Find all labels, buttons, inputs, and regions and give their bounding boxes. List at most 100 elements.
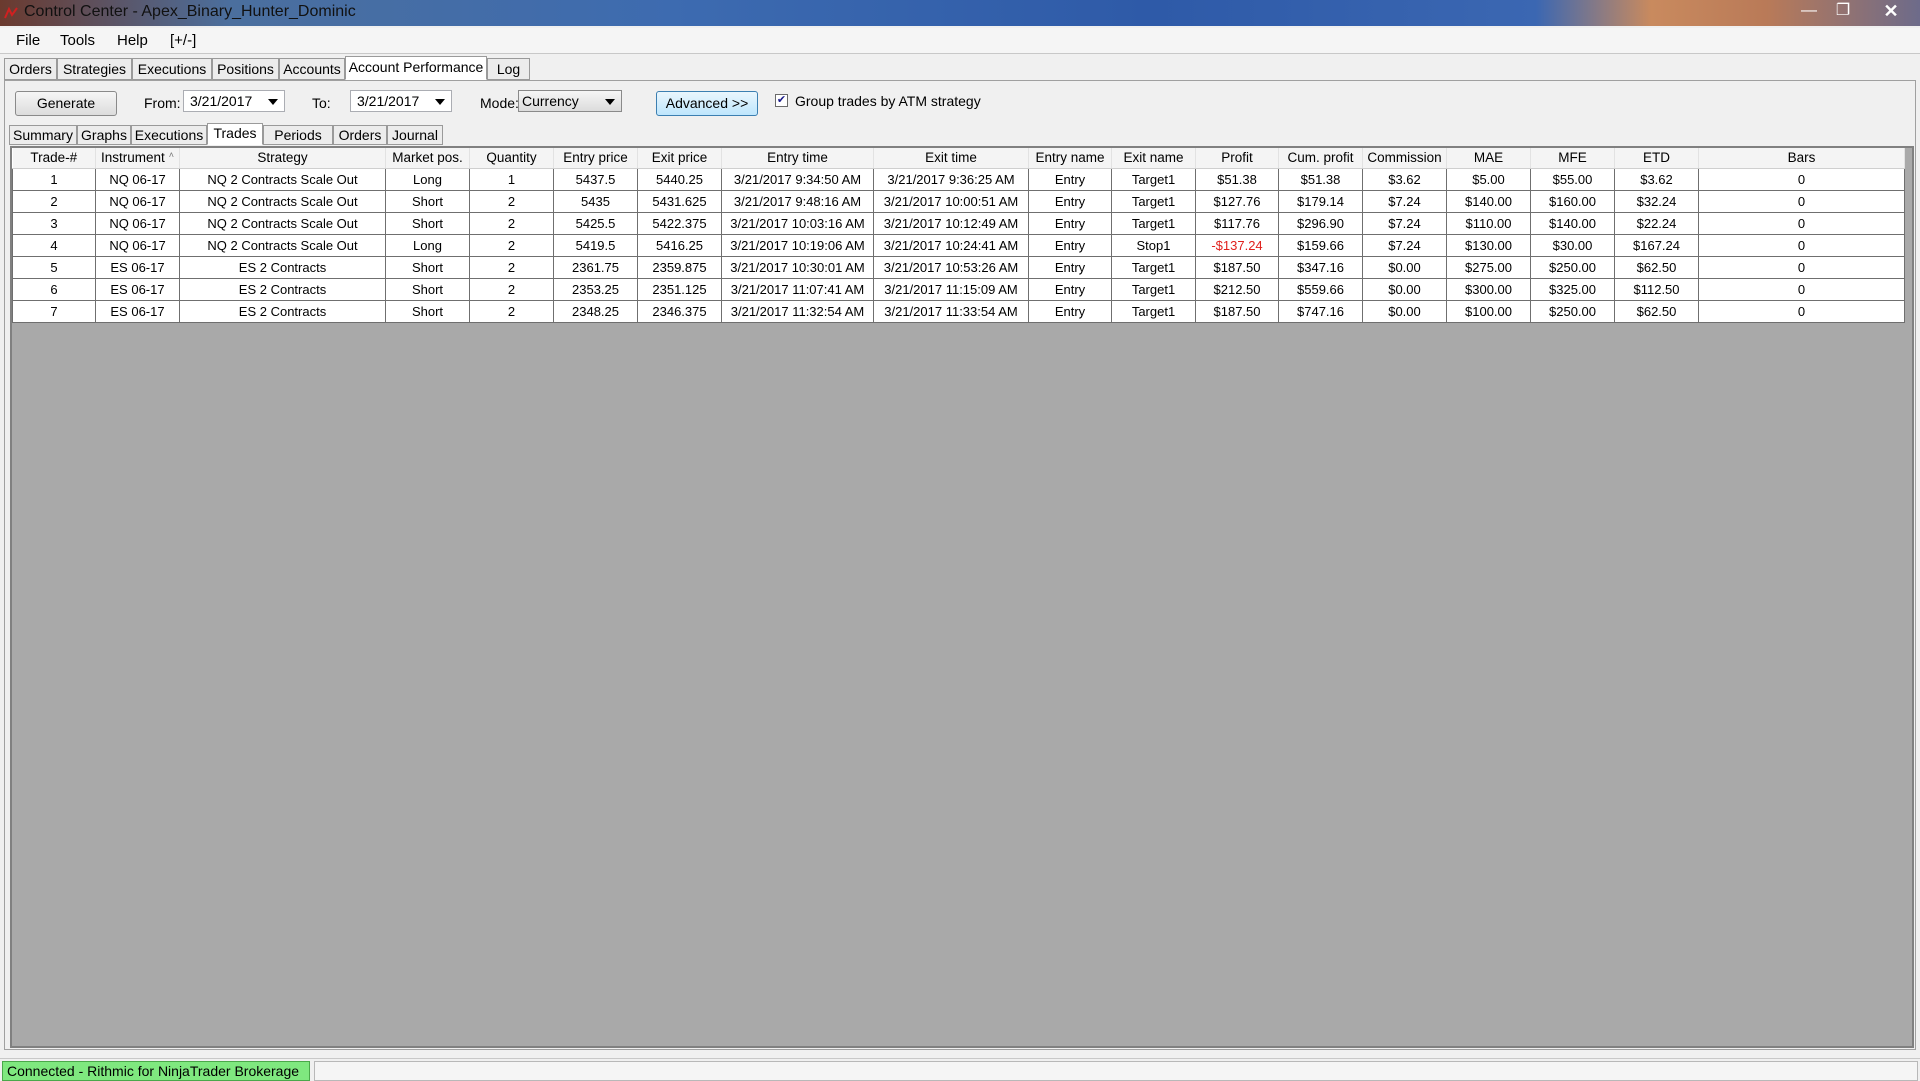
column-header-market-pos[interactable]: Market pos. — [385, 148, 470, 169]
column-header-etd[interactable]: ETD — [1614, 148, 1699, 169]
cell-cum-profit[interactable]: $179.14 — [1278, 189, 1363, 213]
cell-bars[interactable]: 0 — [1698, 233, 1905, 257]
table-row[interactable]: 7 ES 06-17 ES 2 Contracts Short 2 2348.25 2346… — [12, 299, 1905, 323]
cell-exit-name[interactable]: Target1 — [1111, 277, 1196, 301]
cell-entry-price[interactable]: 2348.25 — [553, 299, 638, 323]
cell-quantity[interactable]: 2 — [469, 277, 554, 301]
cell-instrument[interactable]: NQ 06-17 — [95, 189, 180, 213]
cell-profit[interactable]: $51.38 — [1195, 167, 1279, 191]
cell-exit-price[interactable]: 5431.625 — [637, 189, 722, 213]
column-header-cum-profit[interactable]: Cum. profit — [1278, 148, 1363, 169]
subtab-executions[interactable]: Executions — [131, 125, 207, 145]
group-trades-checkbox[interactable]: ✔ — [775, 94, 788, 107]
column-header-exit-time[interactable]: Exit time — [873, 148, 1029, 169]
cell-entry-name[interactable]: Entry — [1028, 255, 1112, 279]
menu-tools[interactable]: Tools — [60, 32, 95, 49]
cell-exit-name[interactable]: Stop1 — [1111, 233, 1196, 257]
table-row[interactable]: 2 NQ 06-17 NQ 2 Contracts Scale Out Short 2 5… — [12, 189, 1905, 213]
column-header-mfe[interactable]: MFE — [1530, 148, 1615, 169]
cell-mae[interactable]: $275.00 — [1446, 255, 1531, 279]
menu-help[interactable]: Help — [117, 32, 148, 49]
cell-mfe[interactable]: $250.00 — [1530, 255, 1615, 279]
cell-mfe[interactable]: $250.00 — [1530, 299, 1615, 323]
cell-exit-name[interactable]: Target1 — [1111, 299, 1196, 323]
column-header-mae[interactable]: MAE — [1446, 148, 1531, 169]
cell-commission[interactable]: $0.00 — [1362, 299, 1447, 323]
cell-entry-price[interactable]: 5437.5 — [553, 167, 638, 191]
cell-strategy[interactable]: ES 2 Contracts — [179, 255, 386, 279]
cell-entry-name[interactable]: Entry — [1028, 277, 1112, 301]
cell-mae[interactable]: $140.00 — [1446, 189, 1531, 213]
column-header-instrument[interactable]: Instrument ˄ — [95, 148, 180, 169]
cell-cum-profit[interactable]: $747.16 — [1278, 299, 1363, 323]
subtab-orders[interactable]: Orders — [333, 125, 387, 145]
cell-trade-number[interactable]: 6 — [12, 277, 96, 301]
cell-exit-name[interactable]: Target1 — [1111, 211, 1196, 235]
cell-etd[interactable]: $112.50 — [1614, 277, 1699, 301]
cell-market-pos[interactable]: Short — [385, 255, 470, 279]
menu-toggle[interactable]: [+/-] — [170, 32, 196, 49]
table-row[interactable]: 4 NQ 06-17 NQ 2 Contracts Scale Out Long 2 54… — [12, 233, 1905, 257]
cell-market-pos[interactable]: Long — [385, 233, 470, 257]
cell-exit-time[interactable]: 3/21/2017 10:12:49 AM — [873, 211, 1029, 235]
column-header-trade-number[interactable]: Trade-# — [12, 148, 96, 169]
column-header-entry-time[interactable]: Entry time — [721, 148, 874, 169]
cell-etd[interactable]: $167.24 — [1614, 233, 1699, 257]
cell-exit-name[interactable]: Target1 — [1111, 167, 1196, 191]
minimize-button[interactable]: — — [1792, 0, 1826, 22]
cell-entry-name[interactable]: Entry — [1028, 167, 1112, 191]
cell-bars[interactable]: 0 — [1698, 189, 1905, 213]
tab-log[interactable]: Log — [487, 58, 530, 80]
cell-cum-profit[interactable]: $51.38 — [1278, 167, 1363, 191]
cell-exit-price[interactable]: 2346.375 — [637, 299, 722, 323]
column-header-commission[interactable]: Commission — [1362, 148, 1447, 169]
cell-exit-time[interactable]: 3/21/2017 10:24:41 AM — [873, 233, 1029, 257]
maximize-button[interactable]: ❐ — [1826, 0, 1860, 22]
group-trades-label[interactable]: Group trades by ATM strategy — [795, 93, 981, 109]
cell-strategy[interactable]: NQ 2 Contracts Scale Out — [179, 167, 386, 191]
cell-entry-name[interactable]: Entry — [1028, 189, 1112, 213]
cell-market-pos[interactable]: Short — [385, 277, 470, 301]
cell-exit-time[interactable]: 3/21/2017 10:53:26 AM — [873, 255, 1029, 279]
cell-mae[interactable]: $110.00 — [1446, 211, 1531, 235]
cell-exit-time[interactable]: 3/21/2017 9:36:25 AM — [873, 167, 1029, 191]
cell-strategy[interactable]: NQ 2 Contracts Scale Out — [179, 211, 386, 235]
cell-trade-number[interactable]: 7 — [12, 299, 96, 323]
cell-etd[interactable]: $3.62 — [1614, 167, 1699, 191]
cell-cum-profit[interactable]: $559.66 — [1278, 277, 1363, 301]
cell-mae[interactable]: $300.00 — [1446, 277, 1531, 301]
cell-exit-price[interactable]: 5416.25 — [637, 233, 722, 257]
column-header-exit-price[interactable]: Exit price — [637, 148, 722, 169]
cell-exit-time[interactable]: 3/21/2017 11:33:54 AM — [873, 299, 1029, 323]
mode-select[interactable]: Currency — [518, 90, 622, 112]
cell-entry-name[interactable]: Entry — [1028, 211, 1112, 235]
to-date-picker[interactable]: 3/21/2017 — [350, 90, 452, 112]
cell-entry-name[interactable]: Entry — [1028, 233, 1112, 257]
cell-entry-time[interactable]: 3/21/2017 10:03:16 AM — [721, 211, 874, 235]
cell-commission[interactable]: $0.00 — [1362, 255, 1447, 279]
cell-entry-price[interactable]: 5419.5 — [553, 233, 638, 257]
tab-executions[interactable]: Executions — [132, 58, 212, 80]
subtab-trades[interactable]: Trades — [207, 123, 263, 145]
cell-profit[interactable]: $127.76 — [1195, 189, 1279, 213]
cell-quantity[interactable]: 2 — [469, 233, 554, 257]
column-header-exit-name[interactable]: Exit name — [1111, 148, 1196, 169]
cell-entry-time[interactable]: 3/21/2017 9:48:16 AM — [721, 189, 874, 213]
cell-entry-time[interactable]: 3/21/2017 10:19:06 AM — [721, 233, 874, 257]
tab-accounts[interactable]: Accounts — [279, 58, 345, 80]
cell-exit-price[interactable]: 2359.875 — [637, 255, 722, 279]
cell-instrument[interactable]: NQ 06-17 — [95, 167, 180, 191]
cell-instrument[interactable]: ES 06-17 — [95, 255, 180, 279]
cell-bars[interactable]: 0 — [1698, 277, 1905, 301]
cell-etd[interactable]: $22.24 — [1614, 211, 1699, 235]
cell-strategy[interactable]: ES 2 Contracts — [179, 277, 386, 301]
cell-etd[interactable]: $62.50 — [1614, 299, 1699, 323]
subtab-summary[interactable]: Summary — [9, 125, 77, 145]
cell-trade-number[interactable]: 4 — [12, 233, 96, 257]
cell-strategy[interactable]: NQ 2 Contracts Scale Out — [179, 233, 386, 257]
cell-mfe[interactable]: $325.00 — [1530, 277, 1615, 301]
column-header-profit[interactable]: Profit — [1195, 148, 1279, 169]
column-header-strategy[interactable]: Strategy — [179, 148, 386, 169]
cell-quantity[interactable]: 2 — [469, 189, 554, 213]
from-date-picker[interactable]: 3/21/2017 — [183, 90, 285, 112]
